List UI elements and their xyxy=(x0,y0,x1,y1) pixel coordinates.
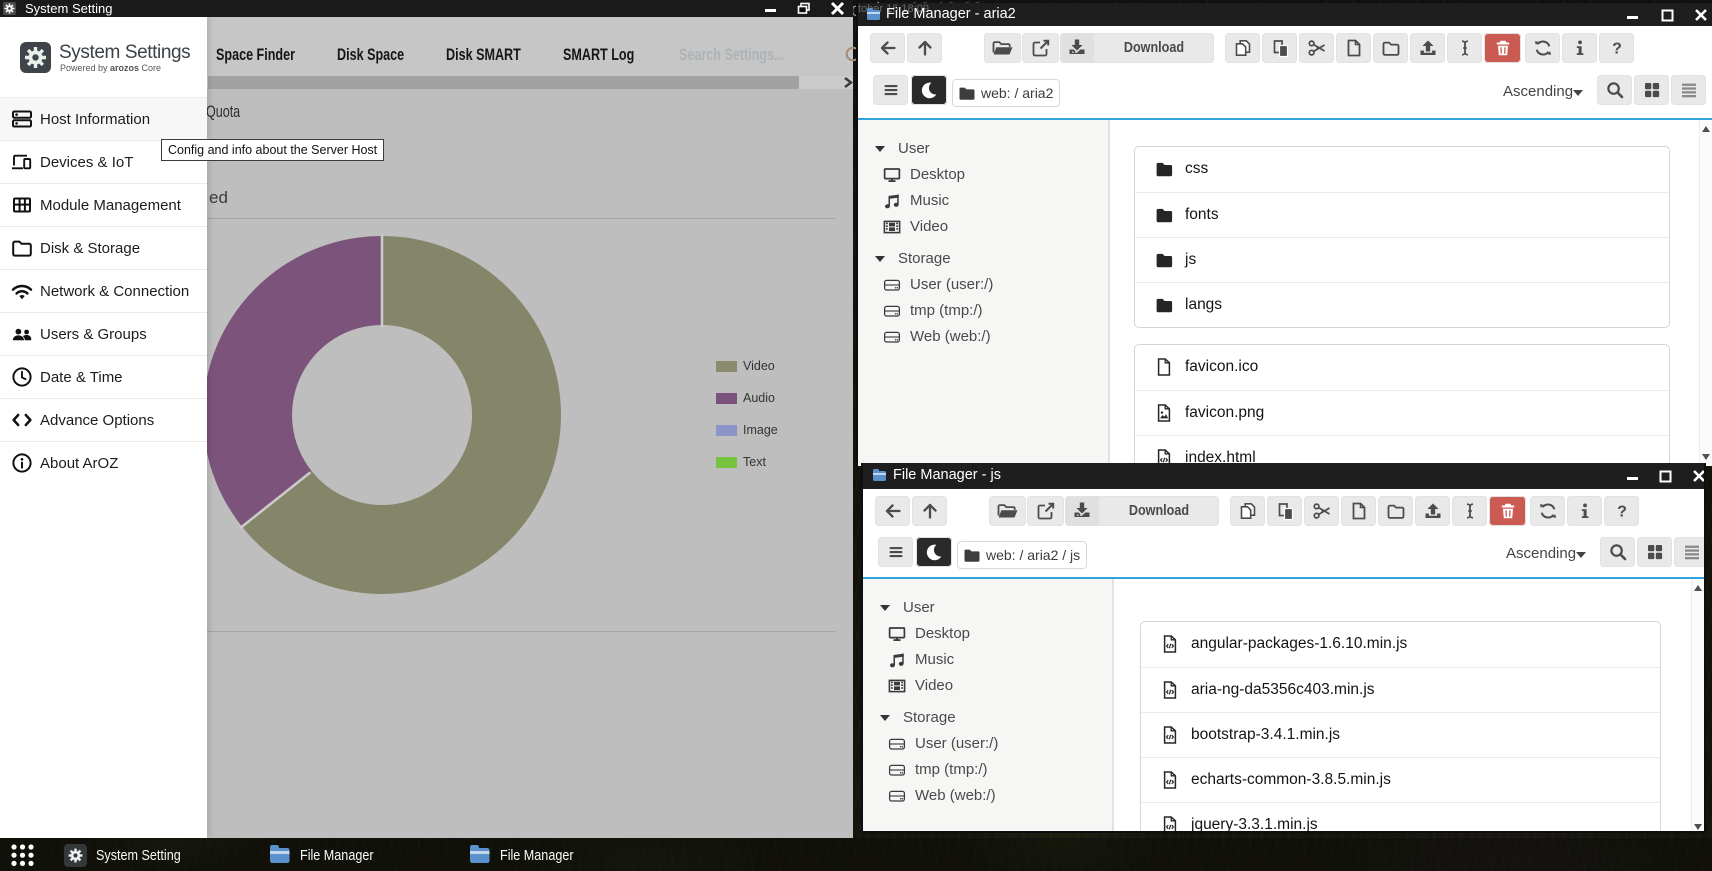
svg-text:?: ? xyxy=(1617,504,1627,521)
svg-text:?: ? xyxy=(1612,41,1622,58)
